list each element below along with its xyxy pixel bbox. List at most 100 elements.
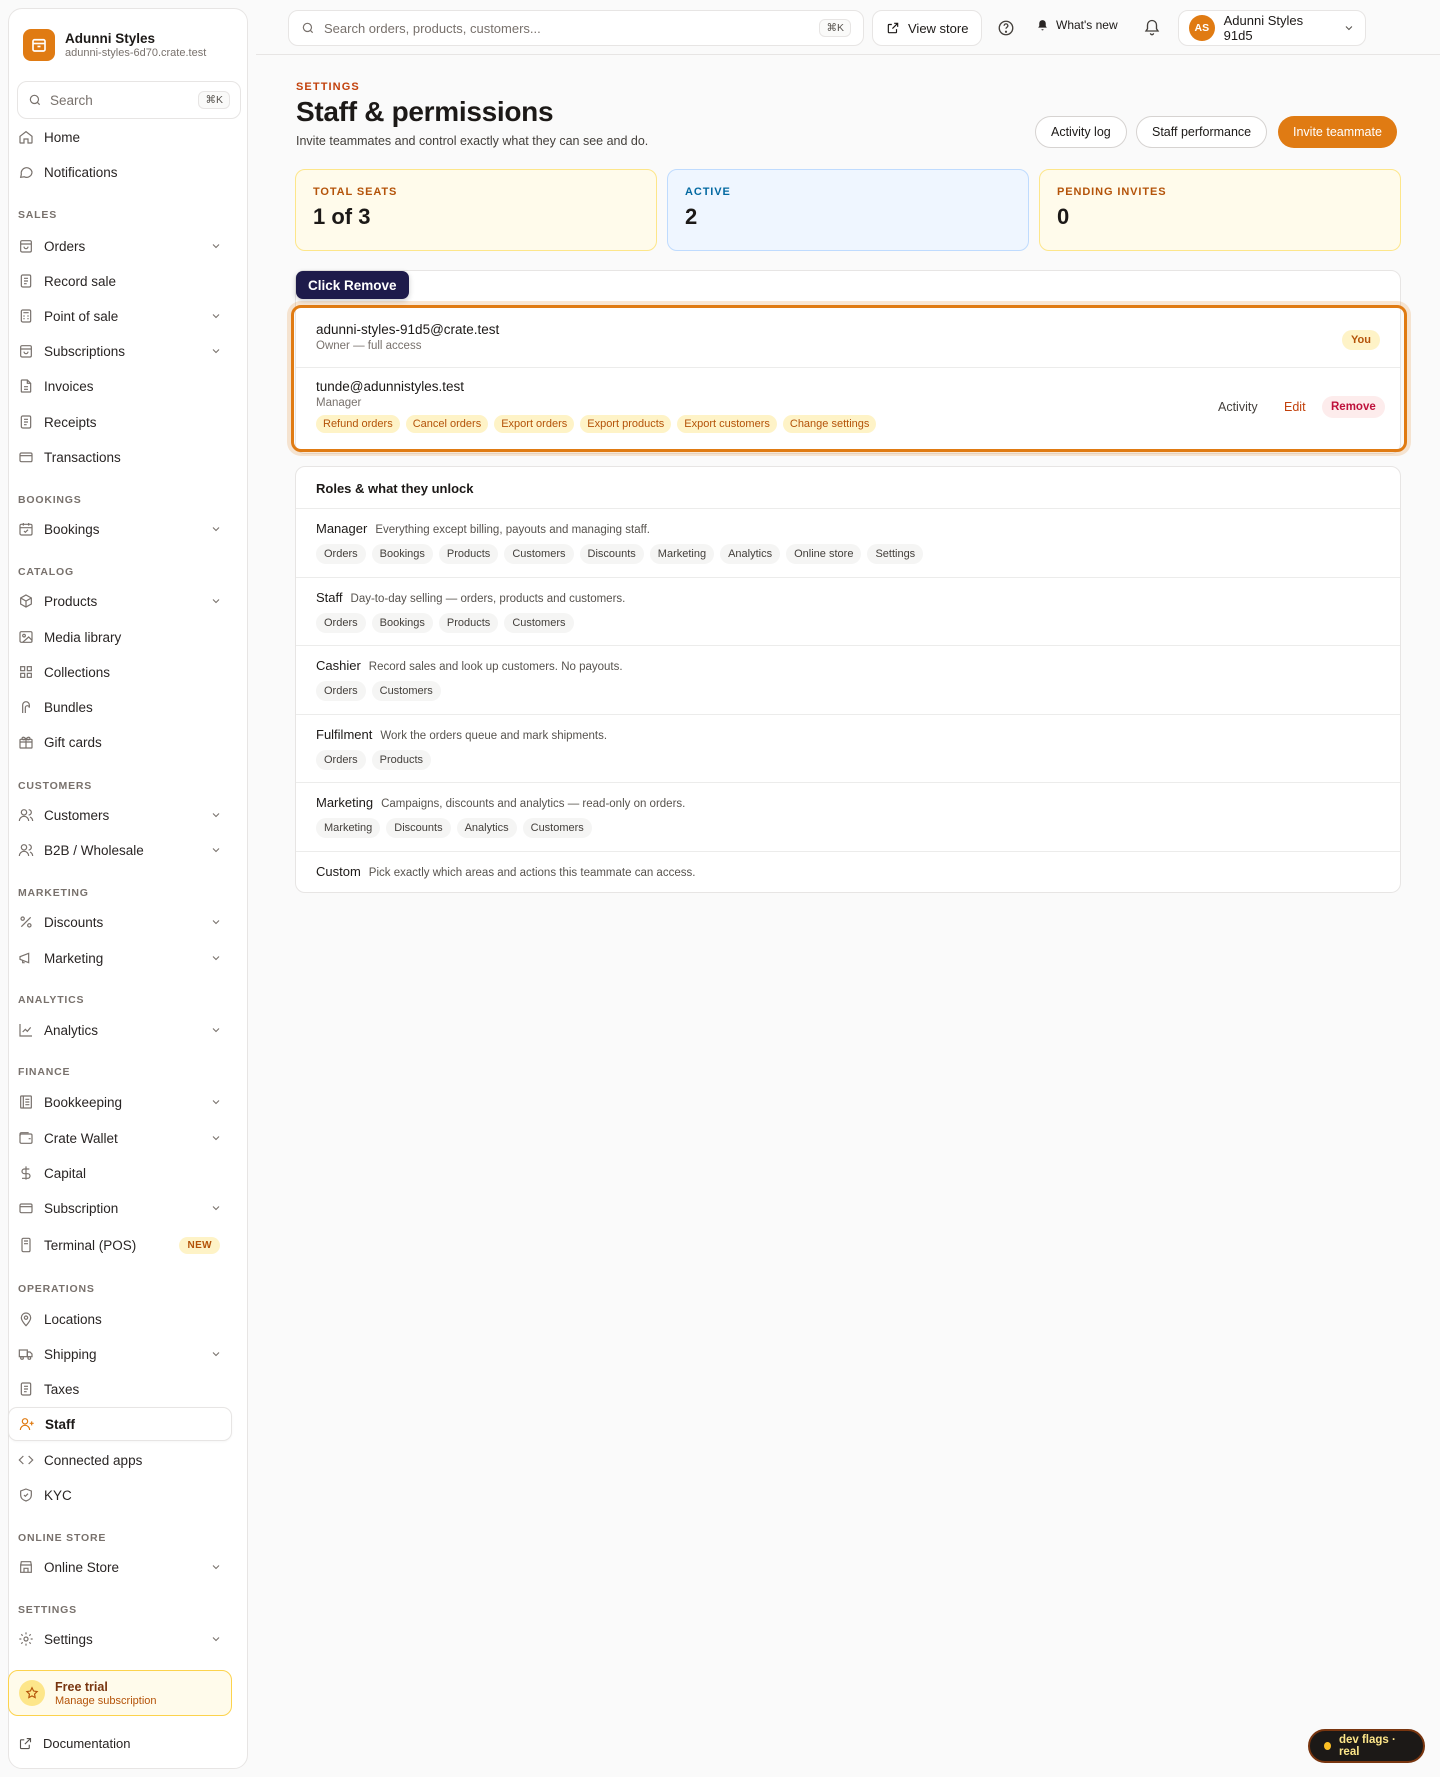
sidebar-item-notifications[interactable]: Notifications bbox=[8, 155, 232, 189]
external-link-icon bbox=[887, 22, 899, 34]
sidebar-item-bookings[interactable]: Bookings bbox=[8, 512, 232, 546]
permission-chip: Change settings bbox=[782, 415, 877, 433]
section-finance: FINANCE bbox=[18, 1066, 71, 1078]
top-bar: Search orders, products, customers... ⌘K… bbox=[256, 0, 1440, 55]
remove-button[interactable]: Remove bbox=[1322, 396, 1385, 418]
sidebar-item-kyc[interactable]: KYC bbox=[8, 1478, 232, 1512]
sidebar-item-staff[interactable]: Staff bbox=[8, 1407, 232, 1441]
sidebar-item-point-of-sale[interactable]: Point of sale bbox=[8, 299, 232, 333]
sidebar-item-taxes[interactable]: Taxes bbox=[8, 1372, 232, 1406]
status-dot-icon bbox=[1324, 1742, 1331, 1750]
area-chip: Products bbox=[438, 544, 499, 564]
sidebar-item-terminal[interactable]: Terminal (POS) NEW bbox=[8, 1228, 232, 1262]
sidebar-item-label: Settings bbox=[44, 1631, 93, 1647]
image-icon bbox=[19, 631, 33, 643]
staff-performance-button[interactable]: Staff performance bbox=[1136, 116, 1268, 148]
roles-heading: Roles & what they unlock bbox=[316, 481, 474, 496]
page-description: Invite teammates and control exactly wha… bbox=[296, 134, 649, 148]
chevron-down-icon bbox=[212, 813, 220, 818]
stat-label: TOTAL SEATS bbox=[313, 186, 398, 198]
sidebar-item-connected-apps[interactable]: Connected apps bbox=[8, 1443, 232, 1477]
sidebar-item-bundles[interactable]: Bundles bbox=[8, 690, 232, 724]
sidebar-item-label: Bookkeeping bbox=[44, 1094, 123, 1110]
bell-icon bbox=[1144, 19, 1160, 36]
sidebar-item-marketing[interactable]: Marketing bbox=[8, 941, 232, 975]
credit-card-icon bbox=[19, 1203, 33, 1214]
sidebar-item-locations[interactable]: Locations bbox=[8, 1302, 232, 1336]
manage-subscription-link[interactable]: Manage subscription bbox=[55, 1695, 157, 1707]
sidebar-item-settings[interactable]: Settings bbox=[8, 1622, 232, 1656]
sidebar-item-subscription[interactable]: Subscription bbox=[8, 1191, 232, 1225]
sidebar-item-products[interactable]: Products bbox=[8, 584, 232, 618]
sidebar-item-receipts[interactable]: Receipts bbox=[8, 405, 232, 439]
documentation-link[interactable]: Documentation bbox=[8, 1728, 232, 1758]
view-store-button[interactable]: View store bbox=[872, 10, 983, 46]
sidebar-item-media-library[interactable]: Media library bbox=[8, 620, 232, 654]
section-catalog: CATALOG bbox=[18, 566, 74, 578]
dev-flags-pill[interactable]: dev flags · real bbox=[1308, 1729, 1425, 1763]
whats-new-button[interactable]: What's new bbox=[1036, 18, 1118, 32]
help-button[interactable] bbox=[994, 16, 1018, 40]
global-search-input[interactable]: Search orders, products, customers... ⌘K bbox=[288, 10, 864, 46]
sidebar-item-customers[interactable]: Customers bbox=[8, 798, 232, 832]
member-role: Owner — full access bbox=[316, 340, 422, 352]
avatar: AS bbox=[1189, 15, 1215, 41]
edit-button[interactable]: Edit bbox=[1284, 400, 1306, 414]
stat-value: 2 bbox=[685, 204, 698, 229]
sidebar-item-subscriptions[interactable]: Subscriptions bbox=[8, 334, 232, 368]
free-trial-banner[interactable]: Free trial Manage subscription bbox=[8, 1670, 232, 1716]
role-row-custom: Custom Pick exactly which areas and acti… bbox=[296, 851, 1400, 879]
member-actions-edit: Edit bbox=[1284, 394, 1306, 420]
users-icon bbox=[18, 809, 34, 822]
global-search-placeholder: Search orders, products, customers... bbox=[324, 20, 541, 36]
notifications-button[interactable] bbox=[1140, 16, 1164, 40]
sidebar-search-placeholder: Search bbox=[50, 92, 93, 108]
chevron-down-icon bbox=[212, 1028, 220, 1033]
sidebar-item-label: Marketing bbox=[44, 950, 104, 966]
activity-button[interactable]: Activity bbox=[1218, 400, 1258, 414]
account-name: Adunni Styles 91d5 bbox=[1223, 13, 1304, 43]
account-menu-button[interactable]: AS Adunni Styles 91d5 bbox=[1178, 10, 1366, 46]
chevron-down-icon bbox=[212, 1637, 220, 1642]
sidebar-item-discounts[interactable]: Discounts bbox=[8, 905, 232, 939]
sidebar-item-shipping[interactable]: Shipping bbox=[8, 1337, 232, 1371]
sidebar-item-collections[interactable]: Collections bbox=[8, 655, 232, 689]
sidebar-item-online-store[interactable]: Online Store bbox=[8, 1550, 232, 1584]
breadcrumb: SETTINGS bbox=[296, 81, 360, 93]
sidebar-item-label: Subscription bbox=[44, 1200, 119, 1216]
invite-teammate-button[interactable]: Invite teammate bbox=[1278, 116, 1397, 148]
staff-row-owner: adunni-styles-91d5@crate.test Owner — fu… bbox=[296, 322, 1400, 352]
area-chip: Orders bbox=[316, 613, 366, 633]
stat-label: ACTIVE bbox=[685, 186, 731, 198]
member-email: tunde@adunnistyles.test bbox=[316, 379, 465, 394]
chat-bubble-icon bbox=[19, 167, 33, 179]
receipt-icon bbox=[20, 274, 32, 288]
chevron-down-icon bbox=[212, 1136, 220, 1141]
permission-chip: Export orders bbox=[494, 415, 575, 433]
sidebar-item-orders[interactable]: Orders bbox=[8, 229, 232, 263]
sidebar-item-crate-wallet[interactable]: Crate Wallet bbox=[8, 1121, 232, 1155]
sidebar-item-label: Customers bbox=[44, 807, 110, 823]
sidebar-item-analytics[interactable]: Analytics bbox=[8, 1013, 232, 1047]
calculator-icon bbox=[20, 309, 32, 323]
permission-chip: Export customers bbox=[677, 415, 777, 433]
section-settings: SETTINGS bbox=[18, 1604, 77, 1616]
sidebar-item-b2b[interactable]: B2B / Wholesale bbox=[8, 833, 232, 867]
sidebar-item-gift-cards[interactable]: Gift cards bbox=[8, 725, 232, 759]
row-divider bbox=[296, 367, 1400, 368]
activity-log-button[interactable]: Activity log bbox=[1035, 116, 1127, 148]
user-plus-icon bbox=[19, 1418, 34, 1431]
sidebar-item-invoices[interactable]: Invoices bbox=[8, 369, 232, 403]
sidebar-item-capital[interactable]: Capital bbox=[8, 1156, 232, 1190]
shopping-bag-icon bbox=[20, 345, 32, 358]
sidebar-item-label: Crate Wallet bbox=[44, 1130, 118, 1146]
sidebar-item-record-sale[interactable]: Record sale bbox=[8, 264, 232, 298]
brand[interactable]: Adunni Styles adunni-styles-6d70.crate.t… bbox=[23, 25, 206, 65]
bell-filled-icon bbox=[1038, 19, 1047, 30]
stat-card-total-seats: TOTAL SEATS 1 of 3 bbox=[295, 169, 657, 251]
sidebar-item-transactions[interactable]: Transactions bbox=[8, 440, 232, 474]
sidebar-item-home[interactable]: Home bbox=[8, 120, 232, 154]
sidebar-item-bookkeeping[interactable]: Bookkeeping bbox=[8, 1085, 232, 1119]
sidebar-search[interactable]: Search ⌘K bbox=[17, 81, 241, 119]
users-icon bbox=[18, 844, 34, 857]
